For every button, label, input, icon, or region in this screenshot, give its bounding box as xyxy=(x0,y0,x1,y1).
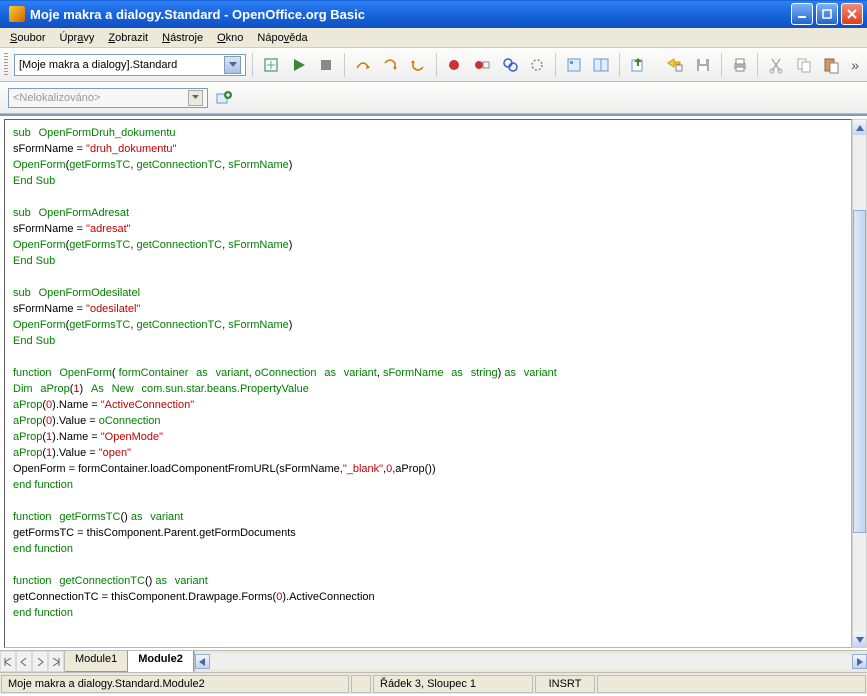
main-toolbar: [Moje makra a dialogy].Standard » xyxy=(0,48,867,82)
toolbar-overflow-icon[interactable]: » xyxy=(847,57,863,73)
menu-soubor[interactable]: Soubor xyxy=(4,30,51,46)
compile-button[interactable] xyxy=(259,53,283,77)
print-button[interactable] xyxy=(728,53,752,77)
status-empty xyxy=(351,675,371,693)
paste-button[interactable] xyxy=(820,53,844,77)
scrollbar-thumb[interactable] xyxy=(853,210,866,533)
maximize-button[interactable] xyxy=(816,3,838,25)
manage-language-button[interactable] xyxy=(212,86,236,110)
menu-napoveda[interactable]: Nápověda xyxy=(251,30,313,46)
breakpoint-manage-button[interactable] xyxy=(470,53,494,77)
object-catalog-button[interactable] xyxy=(525,53,549,77)
save-button[interactable] xyxy=(691,53,715,77)
tab-first-button[interactable] xyxy=(0,651,16,672)
cut-button[interactable] xyxy=(764,53,788,77)
status-path: Moje makra a dialogy.Standard.Module2 xyxy=(1,675,349,693)
language-combo[interactable]: <Nelokalizováno> xyxy=(8,88,208,108)
code-content[interactable]: sub OpenFormDruh_dokumentu sFormName = "… xyxy=(5,120,851,626)
minimize-button[interactable] xyxy=(791,3,813,25)
breakpoint-button[interactable] xyxy=(443,53,467,77)
macros-button[interactable] xyxy=(562,53,586,77)
app-icon xyxy=(9,6,25,22)
editor-frame: sub OpenFormDruh_dokumentu sFormName = "… xyxy=(0,114,867,672)
copy-button[interactable] xyxy=(792,53,816,77)
export-button[interactable] xyxy=(626,53,650,77)
toolbar-grip[interactable] xyxy=(4,53,8,77)
tab-prev-button[interactable] xyxy=(16,651,32,672)
modules-button[interactable] xyxy=(590,53,614,77)
tab-last-button[interactable] xyxy=(48,651,64,672)
close-button[interactable] xyxy=(841,3,863,25)
scroll-down-icon[interactable] xyxy=(853,632,866,647)
menu-nastroje[interactable]: Nástroje xyxy=(156,30,209,46)
step-into-button[interactable] xyxy=(378,53,402,77)
library-selector[interactable]: [Moje makra a dialogy].Standard xyxy=(14,54,246,76)
step-over-button[interactable] xyxy=(351,53,375,77)
language-combo-label: <Nelokalizováno> xyxy=(13,92,100,104)
status-spacer xyxy=(597,675,866,693)
window-title: Moje makra a dialogy.Standard - OpenOffi… xyxy=(30,7,791,22)
statusbar: Moje makra a dialogy.Standard.Module2 Řá… xyxy=(0,672,867,694)
import-button[interactable] xyxy=(664,53,688,77)
chevron-down-icon[interactable] xyxy=(224,56,241,74)
chevron-down-icon[interactable] xyxy=(188,90,203,106)
vertical-scrollbar[interactable] xyxy=(852,119,867,648)
tab-module1[interactable]: Module1 xyxy=(65,651,128,672)
stop-button[interactable] xyxy=(314,53,338,77)
menubar: Soubor Úpravy Zobrazit Nástroje Okno Náp… xyxy=(0,28,867,48)
step-out-button[interactable] xyxy=(406,53,430,77)
horizontal-scrollbar[interactable] xyxy=(194,651,867,672)
status-insert-mode[interactable]: INSRT xyxy=(535,675,595,693)
second-toolbar: <Nelokalizováno> xyxy=(0,82,867,114)
watch-button[interactable] xyxy=(498,53,522,77)
tab-next-button[interactable] xyxy=(32,651,48,672)
code-editor[interactable]: sub OpenFormDruh_dokumentu sFormName = "… xyxy=(4,119,852,648)
run-button[interactable] xyxy=(287,53,311,77)
menu-zobrazit[interactable]: Zobrazit xyxy=(102,30,154,46)
titlebar: Moje makra a dialogy.Standard - OpenOffi… xyxy=(0,0,867,28)
status-cursor: Řádek 3, Sloupec 1 xyxy=(373,675,533,693)
scroll-up-icon[interactable] xyxy=(853,120,866,135)
menu-okno[interactable]: Okno xyxy=(211,30,249,46)
menu-upravy[interactable]: Úpravy xyxy=(53,30,100,46)
tab-module2[interactable]: Module2 xyxy=(128,651,194,672)
module-tabstrip: Module1 Module2 xyxy=(0,650,867,672)
scroll-right-icon[interactable] xyxy=(852,654,867,669)
scroll-left-icon[interactable] xyxy=(195,654,210,669)
library-selected-label: [Moje makra a dialogy].Standard xyxy=(19,59,177,71)
